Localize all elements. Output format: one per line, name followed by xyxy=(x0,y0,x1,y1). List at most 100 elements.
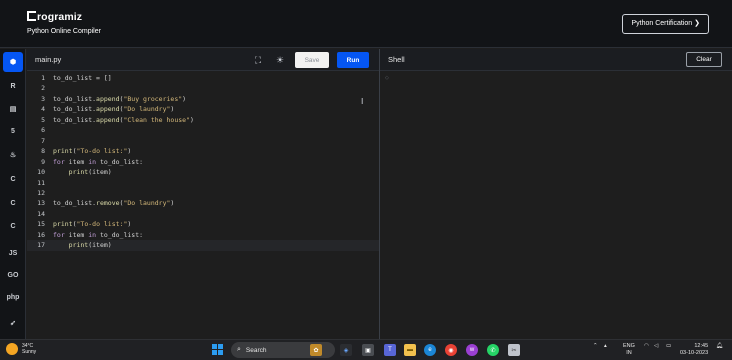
rail-csharp-icon[interactable]: C xyxy=(3,216,23,236)
line-number: 13 xyxy=(37,199,45,208)
rail-go-icon[interactable]: GO xyxy=(3,265,23,285)
region-indicator[interactable]: IN xyxy=(623,350,635,357)
rail-sql-icon[interactable]: ▤ xyxy=(3,99,23,119)
windows-taskbar: 34°C Sunny ⌕ Search ✿ ◈ ▣ T ▬ e ◉ w ✆ ✂ … xyxy=(0,339,732,360)
line-number: 11 xyxy=(37,178,45,187)
code-line[interactable]: 11 xyxy=(27,178,379,189)
start-icon[interactable] xyxy=(212,344,223,355)
shell-prompt-icon: ◇ xyxy=(385,75,389,81)
code-line[interactable]: 12 xyxy=(27,188,379,199)
sun-icon xyxy=(6,343,18,355)
tab-main-py[interactable]: main.py xyxy=(35,55,61,64)
rail-r-icon[interactable]: R xyxy=(3,76,23,96)
shell-title: Shell xyxy=(388,55,405,64)
language-indicator[interactable]: ENG xyxy=(623,343,635,350)
page-subtitle: Python Online Compiler xyxy=(27,28,101,35)
code-text[interactable]: print("To-do list:") xyxy=(53,146,131,157)
chrome-icon[interactable]: ◉ xyxy=(445,344,457,356)
code-line[interactable]: 15 print("To-do list:") xyxy=(27,219,379,230)
line-number: 2 xyxy=(41,84,45,93)
python-certification-button[interactable]: Python Certification ❯ xyxy=(622,14,709,34)
app-w-icon[interactable]: w xyxy=(466,344,478,356)
code-line[interactable]: 3 to_do_list.append("Buy groceries") xyxy=(27,94,379,105)
fullscreen-icon[interactable]: ⛶ xyxy=(251,53,265,67)
line-number: 17 xyxy=(37,241,45,250)
search-highlight-icon: ✿ xyxy=(310,344,322,356)
rail-java-icon[interactable]: ♨ xyxy=(3,145,23,165)
code-line[interactable]: 7 xyxy=(27,136,379,147)
code-text[interactable]: print(item) xyxy=(53,240,112,251)
whatsapp-icon[interactable]: ✆ xyxy=(487,344,499,356)
line-number: 3 xyxy=(41,94,45,103)
app-header: rogramiz Python Online Compiler Python C… xyxy=(0,0,732,48)
code-editor[interactable]: 1 to_do_list = [] 2 3 to_do_list.append("Buy… xyxy=(27,71,379,339)
code-line[interactable]: 13 to_do_list.remove("Do laundry") xyxy=(27,198,379,209)
line-number: 10 xyxy=(37,168,45,177)
task-view-icon[interactable]: ▣ xyxy=(362,344,374,356)
line-number: 16 xyxy=(37,230,45,239)
line-number: 7 xyxy=(41,136,45,145)
code-text[interactable]: print(item) xyxy=(53,167,112,178)
shell-output[interactable]: ◇ xyxy=(380,71,732,339)
code-line[interactable]: 16 for item in to_do_list: xyxy=(27,230,379,241)
editor-toolbar: main.py ⛶ ☀ Save Run xyxy=(27,49,379,71)
code-line[interactable]: 9 for item in to_do_list: xyxy=(27,157,379,168)
code-line[interactable]: 6 xyxy=(27,125,379,136)
save-button[interactable]: Save xyxy=(295,52,329,68)
wifi-icon[interactable]: ◠ xyxy=(644,343,649,350)
search-label: Search xyxy=(245,346,267,354)
code-line[interactable]: 8 print("To-do list:") xyxy=(27,146,379,157)
line-number: 14 xyxy=(37,209,45,218)
code-text[interactable]: to_do_list.append("Buy groceries") xyxy=(53,94,186,105)
code-text[interactable]: to_do_list = [] xyxy=(53,73,112,84)
rail-php-icon[interactable]: php xyxy=(3,287,23,307)
line-number: 15 xyxy=(37,220,45,229)
language-sidebar: ⬢ R ▤ 5 ♨ C C C JS GO php ➹ xyxy=(0,49,26,339)
weather-condition: Sunny xyxy=(22,349,37,355)
rail-swift-icon[interactable]: ➹ xyxy=(3,313,23,333)
code-line[interactable]: 4 to_do_list.append("Do laundry") xyxy=(27,104,379,115)
mouse-cursor-icon: I xyxy=(361,97,364,106)
widgets-icon[interactable]: ◈ xyxy=(340,344,352,356)
code-line[interactable]: 10 print(item) xyxy=(27,167,379,178)
code-line[interactable]: 14 xyxy=(27,209,379,220)
rail-c-icon[interactable]: C xyxy=(3,169,23,189)
volume-icon[interactable]: ◁ xyxy=(654,343,658,350)
rail-python-icon[interactable]: ⬢ xyxy=(3,52,23,72)
code-text[interactable]: print("To-do list:") xyxy=(53,219,131,230)
clear-button[interactable]: Clear xyxy=(686,52,722,67)
code-line[interactable]: 5 to_do_list.append("Clean the house") xyxy=(27,115,379,126)
programiz-logo[interactable]: rogramiz xyxy=(27,11,82,23)
rail-html-icon[interactable]: 5 xyxy=(3,121,23,141)
code-line[interactable]: 17 print(item) xyxy=(27,240,379,251)
rail-cpp-icon[interactable]: C xyxy=(3,193,23,213)
code-line[interactable]: 1 to_do_list = [] xyxy=(27,73,379,84)
teams-icon[interactable]: T xyxy=(384,344,396,356)
weather-widget[interactable]: 34°C Sunny xyxy=(6,343,36,355)
code-text[interactable]: to_do_list.append("Do laundry") xyxy=(53,104,174,115)
rail-js-icon[interactable]: JS xyxy=(3,243,23,263)
code-text[interactable]: for item in to_do_list: xyxy=(53,157,143,168)
notification-bell-icon[interactable]: 🔔︎ xyxy=(716,343,723,350)
code-text[interactable]: to_do_list.append("Clean the house") xyxy=(53,115,194,126)
shell-toolbar: Shell Clear xyxy=(380,49,732,71)
tray-chevron-icon[interactable]: ⌃ xyxy=(593,343,598,350)
run-button[interactable]: Run xyxy=(337,52,369,68)
tray-app-icon[interactable]: ▴ xyxy=(604,343,607,350)
code-text[interactable]: for item in to_do_list: xyxy=(53,230,143,241)
line-number: 6 xyxy=(41,126,45,135)
battery-icon[interactable]: ▭ xyxy=(666,343,671,350)
line-number: 1 xyxy=(41,74,45,82)
snipping-tool-icon[interactable]: ✂ xyxy=(508,344,520,356)
code-text[interactable]: to_do_list.remove("Do laundry") xyxy=(53,198,174,209)
line-number: 9 xyxy=(41,157,45,166)
clock-date[interactable]: 03-10-2023 xyxy=(680,350,708,357)
code-line[interactable]: 2 xyxy=(27,83,379,94)
logo-p-icon xyxy=(27,11,36,21)
logo-text: rogramiz xyxy=(37,11,83,23)
search-icon: ⌕ xyxy=(237,346,241,353)
file-explorer-icon[interactable]: ▬ xyxy=(404,344,416,356)
line-number: 8 xyxy=(41,147,45,156)
edge-icon[interactable]: e xyxy=(424,344,436,356)
theme-toggle-icon[interactable]: ☀ xyxy=(273,53,287,67)
